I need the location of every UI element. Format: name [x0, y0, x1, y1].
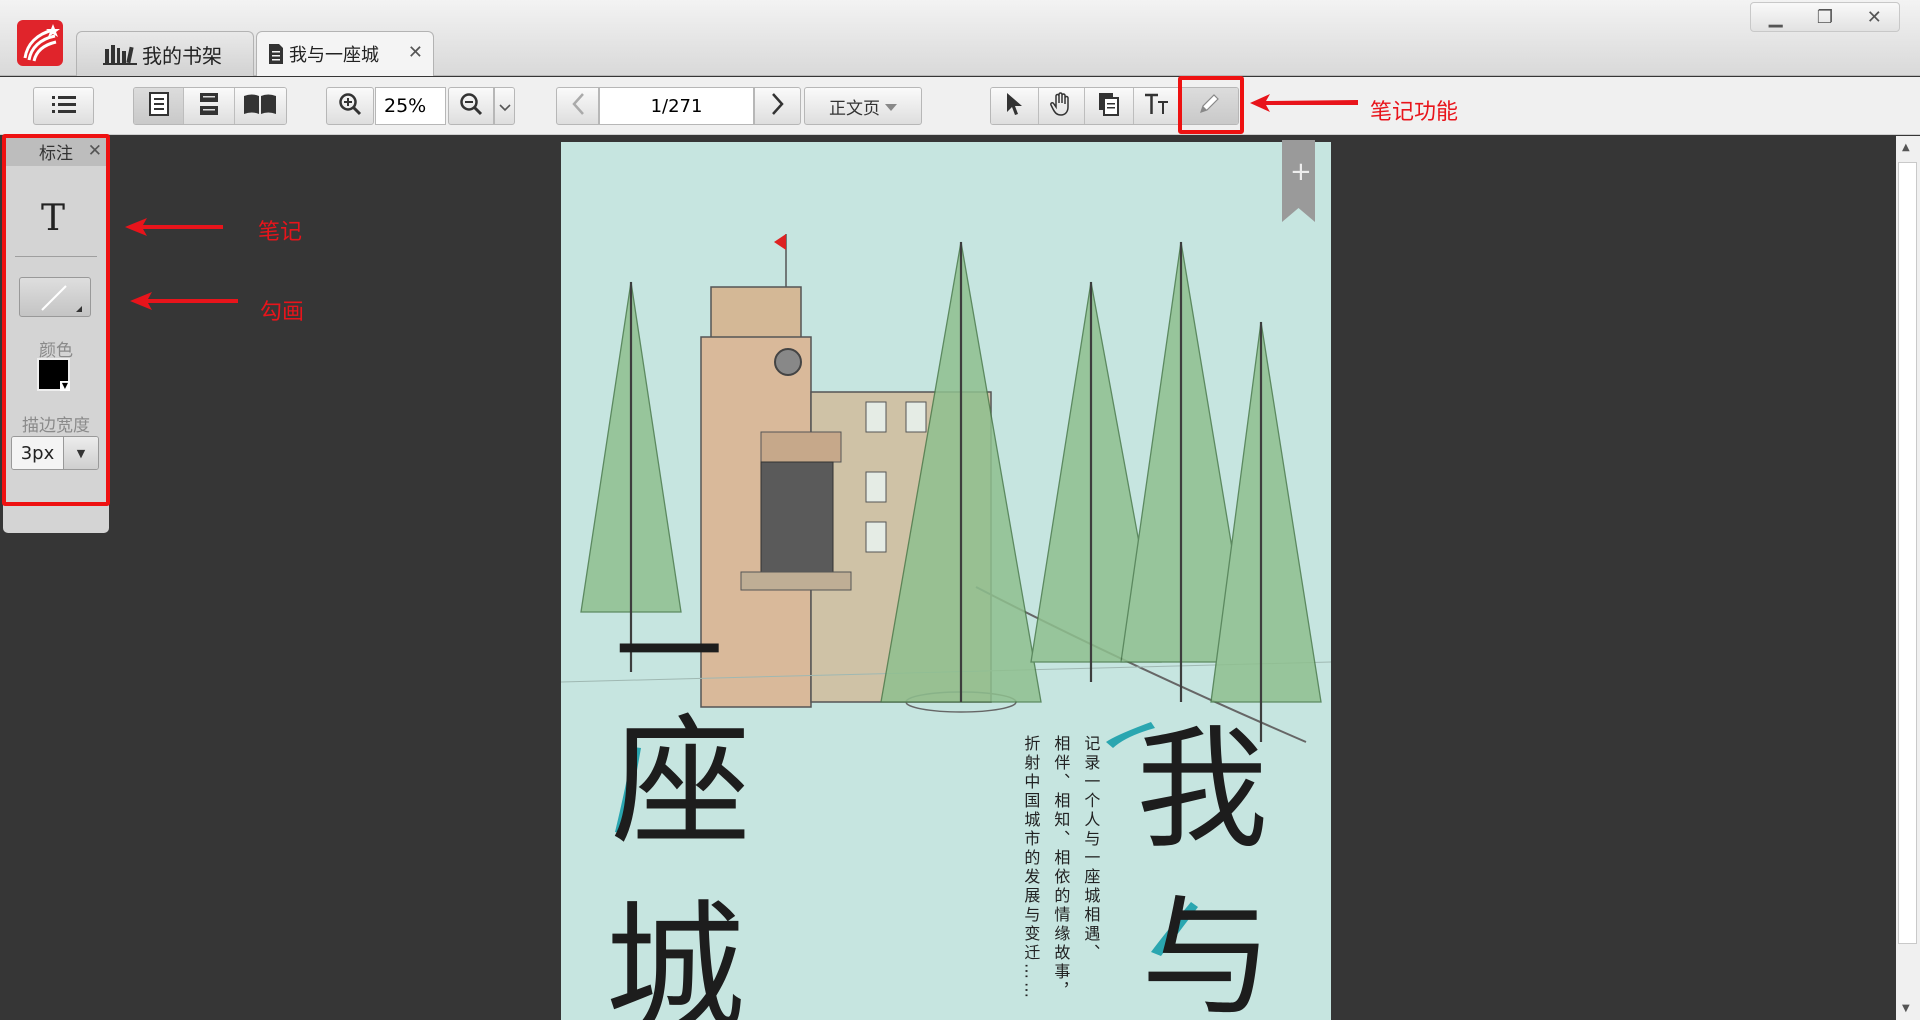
toc-button[interactable] [33, 87, 94, 125]
body-page-dropdown[interactable]: 正文页 [804, 87, 922, 125]
zoom-in-icon [338, 92, 362, 120]
vertical-scrollbar[interactable]: ▲ ▼ [1896, 136, 1920, 1020]
cover-title-char: 座 [611, 702, 752, 865]
chevron-right-icon [771, 92, 785, 120]
text-size-icon [1144, 93, 1170, 119]
next-page-button[interactable] [754, 87, 801, 125]
zoom-out-button[interactable] [448, 87, 494, 125]
cursor-icon [1005, 92, 1023, 120]
cover-title-char: 我 [1136, 713, 1268, 867]
cover-blurb-line: 相伴、相知、相依的情缘故事， [1051, 735, 1071, 1001]
tab-current-book-label: 我与一座城 [289, 45, 379, 66]
annotation-panel-highlight-box [2, 134, 110, 506]
open-book-icon [243, 93, 277, 119]
document-icon [268, 43, 284, 65]
select-tool-button[interactable] [991, 88, 1039, 124]
cover-title-char: 城 [605, 888, 746, 1020]
hand-tool-button[interactable] [1038, 88, 1086, 124]
caret-down-icon [885, 96, 897, 116]
copy-tool-button[interactable] [1085, 88, 1134, 124]
chevron-left-icon [571, 92, 585, 120]
arrow-left-icon [130, 292, 238, 310]
close-icon[interactable]: ✕ [408, 42, 423, 63]
cover-title-char: 一 [615, 591, 724, 716]
body-page-label: 正文页 [829, 98, 880, 119]
two-page-button[interactable] [234, 88, 286, 124]
cover-blurb-line: 记录一个人与一座城相遇、 [1081, 735, 1101, 963]
single-page-icon [148, 92, 169, 120]
close-window-icon[interactable]: ✕ [1850, 3, 1899, 31]
arrow-left-icon [1250, 94, 1358, 112]
callout-note-feature: 笔记功能 [1370, 100, 1459, 125]
tab-bookshelf-label: 我的书架 [142, 43, 222, 68]
tab-current-book[interactable]: 我与一座城 ✕ [256, 31, 434, 76]
zoom-dropdown-button[interactable] [494, 87, 515, 125]
chevron-down-icon [498, 97, 511, 116]
scroll-up-icon[interactable]: ▲ [1902, 142, 1910, 153]
scroll-down-icon[interactable]: ▼ [1902, 1003, 1910, 1014]
hand-icon [1049, 92, 1073, 120]
add-bookmark-button[interactable]: + [1282, 140, 1315, 222]
callout-note: 笔记 [258, 220, 303, 245]
arrow-left-icon [125, 218, 223, 236]
continuous-page-button[interactable] [184, 88, 235, 124]
cover-blurb-line: 折射中国城市的发展与变迁…… [1021, 735, 1041, 1001]
zoom-out-icon [459, 92, 483, 120]
restore-icon[interactable]: ❐ [1800, 3, 1849, 31]
continuous-page-icon [199, 92, 219, 120]
cover-title-char: 与 [1141, 881, 1273, 1020]
window-controls: ▁ ❐ ✕ [1750, 2, 1900, 32]
text-size-button[interactable] [1133, 88, 1181, 124]
list-icon [51, 93, 77, 119]
tab-bookshelf[interactable]: 我的书架 [76, 31, 254, 76]
callout-draw: 勾画 [260, 300, 305, 325]
prev-page-button[interactable] [556, 87, 599, 125]
minimize-icon[interactable]: ▁ [1751, 3, 1800, 31]
zoom-input[interactable]: 25% [375, 87, 446, 125]
view-mode-group [133, 87, 287, 125]
scroll-thumb[interactable] [1898, 162, 1917, 944]
zoom-in-button[interactable] [326, 87, 374, 125]
note-feature-highlight-box [1178, 76, 1244, 134]
page-number-input[interactable]: 1/271 [599, 87, 754, 125]
bookshelf-icon [103, 43, 137, 65]
plus-icon: + [1290, 157, 1312, 187]
toolbar: 25% 1/271 正文页 [0, 77, 1920, 135]
copy-icon [1098, 92, 1120, 120]
book-page[interactable]: 一 座 城 我 与 记录一个人与一座城相遇、 相伴、相知、相依的情缘故事， 折射… [561, 142, 1331, 1020]
title-bar: 我的书架 我与一座城 ✕ ▁ ❐ ✕ [0, 0, 1920, 76]
single-page-button[interactable] [134, 88, 185, 124]
app-logo-icon[interactable] [17, 20, 63, 66]
